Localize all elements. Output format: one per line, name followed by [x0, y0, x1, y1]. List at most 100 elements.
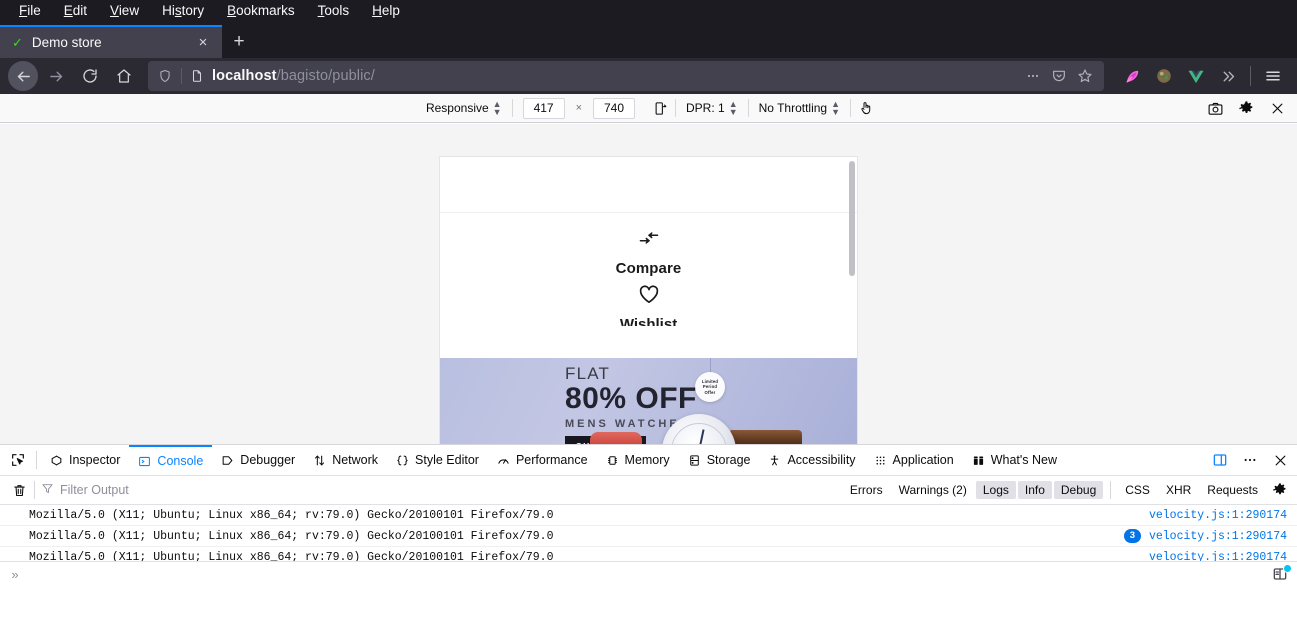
url-text[interactable]: localhost/bagisto/public/	[207, 68, 1020, 84]
vue-devtools-icon[interactable]	[1180, 61, 1212, 91]
gear-icon[interactable]	[1267, 482, 1293, 498]
trash-icon[interactable]	[6, 483, 32, 498]
screenshot-camera-icon[interactable]	[1200, 95, 1231, 121]
dock-to-side-icon[interactable]	[1205, 447, 1235, 473]
console-filter-buttons: Errors Warnings (2) Logs Info Debug CSS …	[843, 476, 1293, 504]
element-picker-icon[interactable]	[4, 452, 32, 468]
tab-style-editor-label: Style Editor	[415, 453, 479, 467]
filter-requests[interactable]: Requests	[1200, 481, 1265, 499]
console-log-row[interactable]: Mozilla/5.0 (X11; Ubuntu; Linux x86_64; …	[0, 547, 1297, 561]
tab-storage-label: Storage	[707, 453, 751, 467]
filter-css[interactable]: CSS	[1118, 481, 1157, 499]
touch-simulation-icon[interactable]	[851, 97, 881, 119]
viewport-height-input[interactable]: 740	[593, 98, 635, 119]
log-source-link[interactable]: velocity.js:1:290174	[1149, 509, 1287, 522]
hamburger-menu-icon[interactable]	[1257, 61, 1289, 91]
rotate-viewport-icon[interactable]	[645, 97, 675, 119]
menu-history[interactable]: History	[151, 2, 215, 19]
badge-line-3: Offer	[704, 390, 715, 395]
forward-arrow-icon[interactable]	[40, 61, 72, 91]
tab-accessibility[interactable]: Accessibility	[759, 445, 864, 475]
browser-tab-demo-store[interactable]: ✓ Demo store ×	[0, 25, 222, 58]
url-bar[interactable]: localhost/bagisto/public/	[148, 61, 1104, 91]
ellipsis-icon[interactable]	[1020, 68, 1046, 84]
console-empty-area	[0, 587, 1297, 642]
wishlist-menu-item[interactable]: Wishlist	[620, 277, 677, 326]
filter-logs[interactable]: Logs	[976, 481, 1016, 499]
log-repeat-badge: 3	[1124, 529, 1141, 543]
wishlist-label: Wishlist	[620, 317, 677, 326]
browser-window: File Edit View History Bookmarks Tools H…	[0, 0, 1297, 641]
style-editor-icon	[396, 454, 409, 467]
menu-tools[interactable]: Tools	[307, 2, 361, 19]
menubar: File Edit View History Bookmarks Tools H…	[0, 0, 1297, 20]
console-filter-bar: Filter Output Errors Warnings (2) Logs I…	[0, 476, 1297, 505]
split-console-editor-icon[interactable]	[1269, 565, 1291, 583]
filter-debug[interactable]: Debug	[1054, 481, 1103, 499]
tab-storage[interactable]: Storage	[679, 445, 760, 475]
chevron-double-right-icon[interactable]	[1212, 61, 1244, 91]
star-icon[interactable]	[1072, 68, 1098, 84]
console-log-row[interactable]: Mozilla/5.0 (X11; Ubuntu; Linux x86_64; …	[0, 526, 1297, 547]
close-icon[interactable]	[1262, 95, 1293, 121]
tab-memory[interactable]: Memory	[597, 445, 679, 475]
console-input[interactable]	[30, 562, 1297, 587]
scrollbar-thumb[interactable]	[849, 161, 855, 276]
tab-console[interactable]: Console	[129, 445, 212, 475]
close-icon[interactable]	[1265, 447, 1295, 473]
tab-debugger[interactable]: Debugger	[212, 445, 304, 475]
toolbar-extensions	[1112, 61, 1289, 91]
chevron-updown-icon-3: ▲▼	[831, 100, 840, 116]
menu-view[interactable]: View	[99, 2, 150, 19]
tab-network[interactable]: Network	[304, 445, 387, 475]
page-icon[interactable]	[187, 69, 207, 83]
viewport-width-input[interactable]: 417	[523, 98, 565, 119]
menu-file[interactable]: File	[8, 2, 52, 19]
home-icon[interactable]	[108, 61, 140, 91]
tab-debugger-label: Debugger	[240, 453, 295, 467]
tab-whats-new[interactable]: What's New	[963, 445, 1066, 475]
globe-avatar-icon[interactable]	[1148, 61, 1180, 91]
console-output[interactable]: Mozilla/5.0 (X11; Ubuntu; Linux x86_64; …	[0, 505, 1297, 561]
log-message: Mozilla/5.0 (X11; Ubuntu; Linux x86_64; …	[29, 509, 554, 522]
site-header	[440, 157, 857, 213]
promo-banner[interactable]: Limited Period Offer FLAT 80% OFF MENS W…	[440, 358, 857, 444]
log-source-link[interactable]: velocity.js:1:290174	[1149, 530, 1287, 543]
ellipsis-icon[interactable]	[1235, 447, 1265, 473]
device-selector[interactable]: Responsive ▲▼	[416, 98, 512, 118]
tab-style-editor[interactable]: Style Editor	[387, 445, 488, 475]
menu-edit[interactable]: Edit	[53, 2, 98, 19]
close-icon[interactable]: ×	[192, 35, 214, 50]
dpr-label: DPR: 1	[686, 101, 725, 115]
log-message: Mozilla/5.0 (X11; Ubuntu; Linux x86_64; …	[29, 551, 554, 561]
tab-performance[interactable]: Performance	[488, 445, 597, 475]
compare-menu-item[interactable]: Compare	[616, 231, 682, 277]
filter-errors[interactable]: Errors	[843, 481, 890, 499]
log-source-link[interactable]: velocity.js:1:290174	[1149, 551, 1287, 561]
menu-bookmarks[interactable]: Bookmarks	[216, 2, 306, 19]
tab-application[interactable]: Application	[865, 445, 963, 475]
limited-offer-badge: Limited Period Offer	[695, 372, 725, 402]
new-tab-button[interactable]: +	[222, 25, 256, 58]
pocket-icon[interactable]	[1046, 68, 1072, 84]
tab-whats-new-label: What's New	[991, 453, 1057, 467]
console-input-row[interactable]: »	[0, 561, 1297, 587]
reload-icon[interactable]	[74, 61, 106, 91]
menu-help[interactable]: Help	[361, 2, 411, 19]
dpr-selector[interactable]: DPR: 1 ▲▼	[676, 98, 748, 118]
console-log-row[interactable]: Mozilla/5.0 (X11; Ubuntu; Linux x86_64; …	[0, 505, 1297, 526]
feather-icon[interactable]	[1116, 61, 1148, 91]
filter-xhr[interactable]: XHR	[1159, 481, 1198, 499]
application-icon	[874, 454, 887, 467]
back-arrow-icon[interactable]	[8, 61, 38, 91]
filter-info[interactable]: Info	[1018, 481, 1052, 499]
filter-warnings[interactable]: Warnings (2)	[892, 481, 974, 499]
compare-label: Compare	[616, 260, 682, 277]
throttling-selector[interactable]: No Throttling ▲▼	[749, 98, 850, 118]
checkmark-icon: ✓	[12, 36, 23, 49]
gear-icon[interactable]	[1231, 95, 1262, 121]
shield-icon[interactable]	[154, 69, 176, 83]
vertical-scrollbar[interactable]	[848, 157, 857, 444]
responsive-viewport[interactable]: Compare Wishlist Limited Period Offer	[440, 157, 857, 444]
tab-inspector[interactable]: Inspector	[41, 445, 129, 475]
